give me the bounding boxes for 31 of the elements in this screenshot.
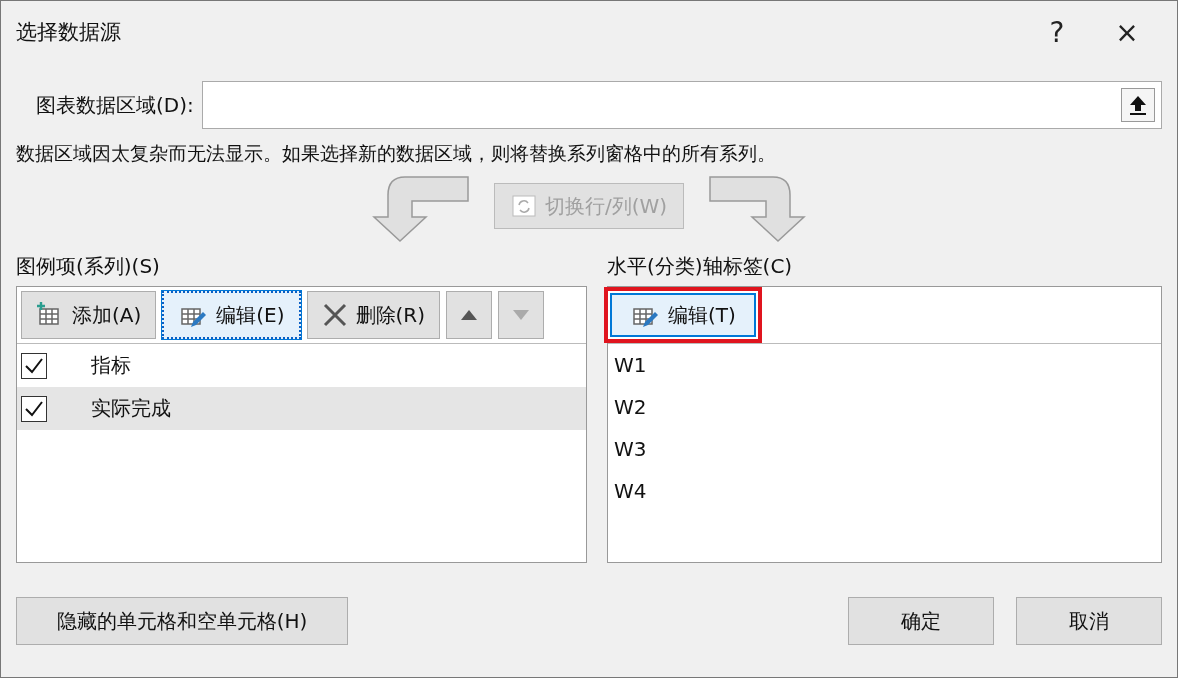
edit-button[interactable]: 编辑(T) bbox=[610, 293, 756, 337]
move-up-button[interactable] bbox=[446, 291, 493, 339]
series-name: 指标 bbox=[91, 352, 131, 379]
window-title: 选择数据源 bbox=[16, 19, 122, 46]
info-message: 数据区域因太复杂而无法显示。如果选择新的数据区域，则将替换系列窗格中的所有系列。 bbox=[16, 141, 777, 166]
checkbox[interactable] bbox=[21, 352, 47, 379]
data-range-field[interactable] bbox=[201, 81, 1162, 129]
help-button[interactable]: ? bbox=[1022, 7, 1092, 57]
close-button[interactable]: × bbox=[1092, 7, 1162, 57]
hidden-cells-button[interactable]: 隐藏的单元格和空单元格(H) bbox=[16, 597, 348, 645]
ok-button[interactable]: 确定 bbox=[848, 597, 994, 645]
axis-label: W2 bbox=[613, 394, 648, 421]
panel-title: 图例项(系列)(S) bbox=[16, 253, 161, 280]
series-name: 实际完成 bbox=[91, 395, 171, 422]
add-button[interactable]: 添加(A) bbox=[21, 291, 157, 339]
cancel-button[interactable]: 取消 bbox=[1016, 597, 1162, 645]
axis-label: W1 bbox=[613, 352, 648, 379]
axis-label: W3 bbox=[613, 436, 648, 463]
up-triangle-icon bbox=[459, 308, 480, 322]
switch-table-icon bbox=[510, 193, 537, 219]
upload-arrow-icon bbox=[1128, 94, 1148, 116]
checkbox[interactable] bbox=[21, 395, 47, 422]
series-row[interactable]: 实际完成 bbox=[17, 387, 586, 430]
down-triangle-icon bbox=[511, 308, 532, 322]
field-label: 图表数据区域(D): bbox=[36, 91, 194, 119]
edit-button[interactable]: 编辑(E) bbox=[162, 291, 301, 339]
delete-button[interactable]: 删除(R) bbox=[306, 291, 441, 339]
panel-title: 水平(分类)轴标签(C) bbox=[607, 253, 794, 280]
collapse-button[interactable] bbox=[1121, 88, 1155, 122]
close-icon bbox=[321, 302, 348, 328]
axis-label: W4 bbox=[613, 478, 648, 505]
